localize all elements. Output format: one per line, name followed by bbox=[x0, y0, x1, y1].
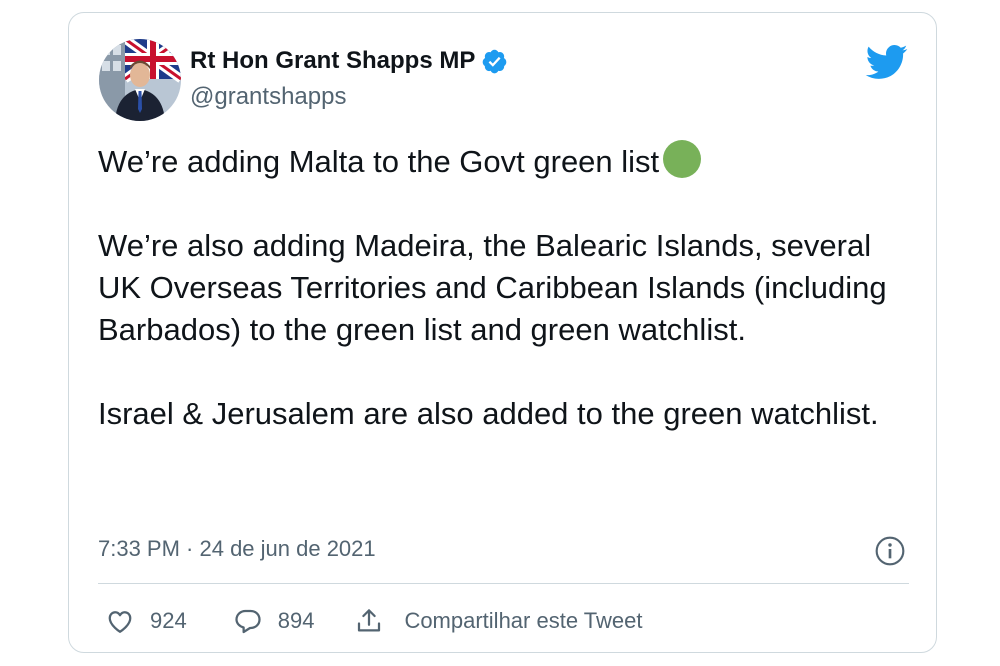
tweet-paragraph-3: Israel & Jerusalem are also added to the… bbox=[98, 396, 879, 431]
share-button[interactable]: Compartilhar este Tweet bbox=[354, 606, 642, 636]
like-button[interactable]: 924 bbox=[105, 606, 187, 636]
reply-count: 894 bbox=[277, 608, 315, 633]
divider bbox=[98, 583, 909, 584]
tweet-line-1: We’re adding Malta to the Govt green lis… bbox=[98, 144, 660, 179]
tweet-card: Rt Hon Grant Shapps MP @grantshapps We’r… bbox=[68, 12, 937, 653]
tweet-text: We’re adding Malta to the Govt green lis… bbox=[98, 140, 898, 435]
share-label: Compartilhar este Tweet bbox=[404, 608, 643, 633]
author-handle[interactable]: @grantshapps bbox=[190, 83, 346, 111]
heart-icon bbox=[108, 611, 132, 633]
tweet-actions: 924 894 Compartilhar este Tweet bbox=[105, 603, 642, 639]
tweet-paragraph-2: We’re also adding Madeira, the Balearic … bbox=[98, 228, 887, 347]
like-count: 924 bbox=[150, 608, 187, 633]
tweet-paragraph-1: We’re adding Malta to the Govt green lis… bbox=[98, 140, 898, 183]
share-upload-icon bbox=[358, 609, 381, 632]
avatar-image bbox=[99, 39, 181, 121]
twitter-bird-icon[interactable] bbox=[864, 40, 908, 84]
tweet-timestamp[interactable]: 7:33 PM · 24 de jun de 2021 bbox=[98, 535, 376, 563]
info-icon[interactable] bbox=[874, 535, 906, 567]
verified-badge-icon bbox=[483, 49, 507, 73]
reply-button[interactable]: 894 bbox=[233, 606, 315, 636]
reply-bubble-icon bbox=[235, 609, 261, 634]
author-display-name[interactable]: Rt Hon Grant Shapps MP bbox=[190, 47, 475, 75]
avatar[interactable] bbox=[99, 39, 181, 121]
author-name-row[interactable]: Rt Hon Grant Shapps MP bbox=[190, 47, 508, 75]
green-circle-emoji-icon bbox=[663, 140, 702, 178]
